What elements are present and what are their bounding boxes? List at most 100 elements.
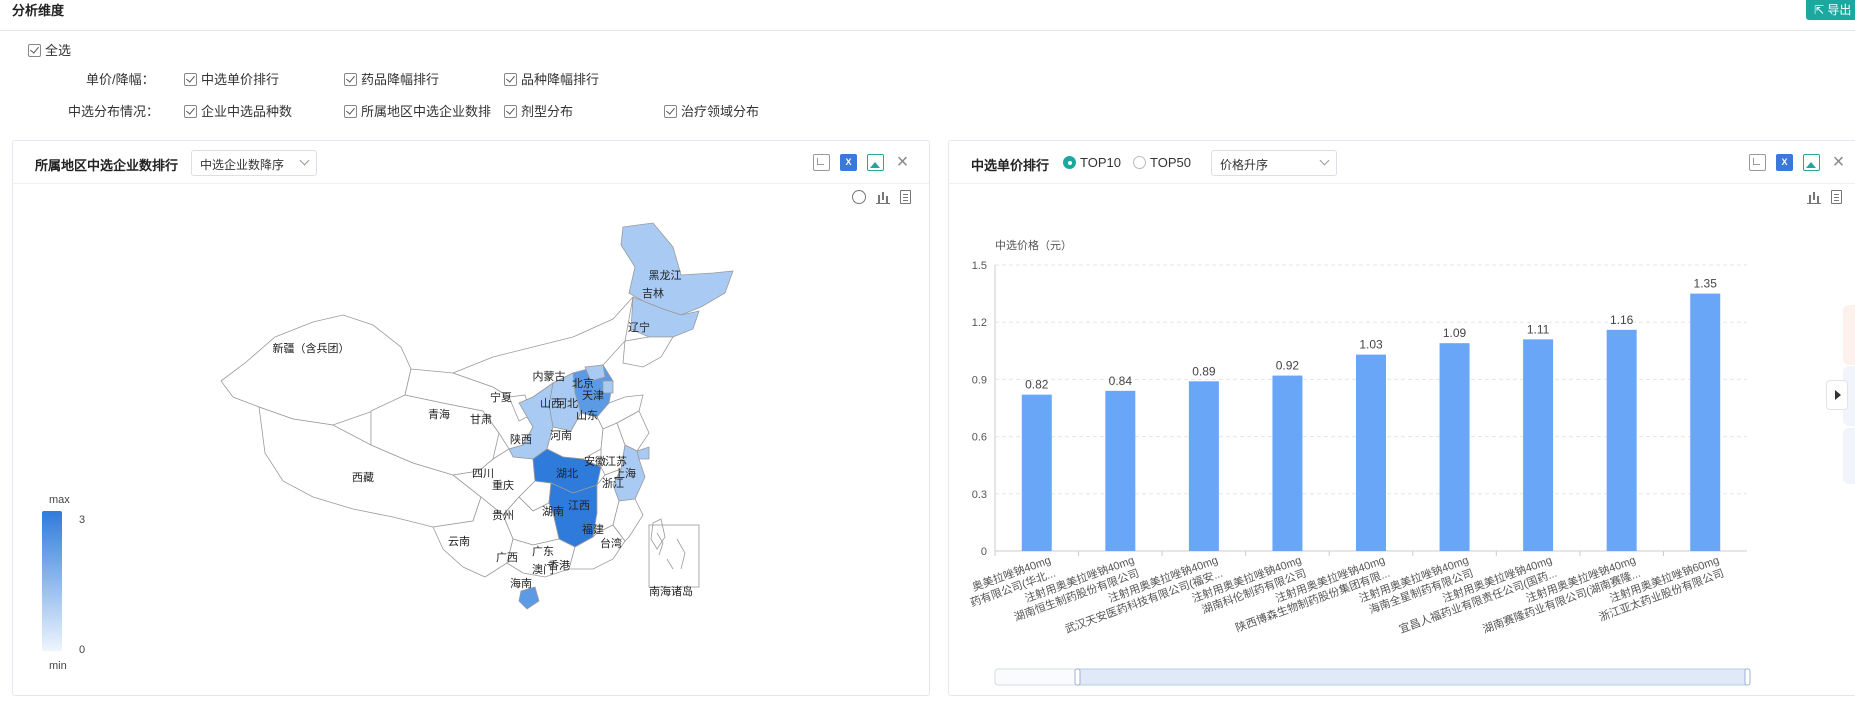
map-sort-select[interactable]: 中选企业数降序 bbox=[191, 150, 317, 176]
side-tab-bottom[interactable] bbox=[1843, 428, 1855, 484]
region-hainan[interactable] bbox=[518, 586, 540, 610]
label-shanxi: 山西 bbox=[540, 397, 562, 410]
radio-unchecked-icon bbox=[1133, 156, 1146, 169]
label-taiwan: 台湾 bbox=[600, 536, 622, 550]
map-panel: 所属地区中选企业数排行 中选企业数降序 X × 新疆（含兵团） 西藏 青海 甘肃… bbox=[12, 140, 930, 696]
map-panel-header: 所属地区中选企业数排行 中选企业数降序 X × bbox=[13, 141, 929, 184]
checkbox-icon bbox=[664, 105, 677, 118]
bar-8[interactable] bbox=[1690, 293, 1721, 551]
bar-7[interactable] bbox=[1606, 329, 1637, 551]
label-tianjin: 天津 bbox=[582, 389, 604, 402]
side-tab-top[interactable] bbox=[1843, 305, 1855, 365]
visual-map-legend: max 3 0 min bbox=[42, 494, 85, 672]
price-panel: 中选单价排行 TOP10 TOP50 价格升序 X × 中选价格（元） 0 0.3… bbox=[948, 140, 1855, 696]
y-tick-label: 1.2 bbox=[972, 317, 987, 329]
excel-export-icon[interactable]: X bbox=[1776, 154, 1793, 171]
china-map: 新疆（含兵团） 西藏 青海 甘肃 宁夏 内蒙古 黑龙江 吉林 辽宁 北京 天津 … bbox=[42, 222, 734, 672]
label-hainan: 海南 bbox=[510, 576, 532, 590]
y-tick-label: 1.5 bbox=[972, 260, 987, 272]
dist-filter-label: 中选分布情况： bbox=[68, 104, 160, 119]
select-all-checkbox[interactable]: 全选 bbox=[28, 40, 71, 59]
option-variety-drop-rank[interactable]: 品种降幅排行 bbox=[504, 69, 599, 88]
price-panel-header: 中选单价排行 TOP10 TOP50 价格升序 X × bbox=[949, 141, 1855, 184]
label-jilin: 吉林 bbox=[642, 286, 664, 300]
y-axis-label: 中选价格（元） bbox=[995, 238, 1072, 252]
region-tianjin[interactable] bbox=[602, 380, 614, 394]
close-icon[interactable]: × bbox=[894, 152, 911, 172]
map-panel-title: 所属地区中选企业数排行 bbox=[35, 158, 179, 173]
y-tick-label: 0.3 bbox=[972, 489, 987, 501]
checkbox-icon bbox=[184, 105, 197, 118]
legend-min-label: min bbox=[49, 660, 67, 672]
image-export-icon[interactable] bbox=[867, 154, 884, 171]
slider-right-handle[interactable] bbox=[1744, 668, 1751, 686]
label-fujian: 福建 bbox=[582, 522, 604, 536]
slider-window[interactable] bbox=[1078, 668, 1748, 686]
bar-value-label: 1.35 bbox=[1694, 277, 1718, 291]
label-xinjiang: 新疆（含兵团） bbox=[273, 341, 350, 355]
expand-arrow-button[interactable] bbox=[1826, 380, 1848, 410]
label-chongqing: 重庆 bbox=[492, 478, 514, 492]
checkbox-icon bbox=[344, 73, 357, 86]
bar-value-label: 1.11 bbox=[1527, 322, 1550, 336]
label-hubei: 湖北 bbox=[556, 467, 578, 480]
bar-3[interactable] bbox=[1272, 375, 1303, 551]
image-export-icon[interactable] bbox=[1803, 154, 1820, 171]
price-sort-select[interactable]: 价格升序 bbox=[1211, 150, 1337, 176]
label-liaoning: 辽宁 bbox=[628, 320, 650, 334]
checkbox-icon bbox=[504, 105, 517, 118]
y-tick-label: 0 bbox=[981, 546, 987, 558]
label-guangxi: 广西 bbox=[496, 551, 518, 564]
price-bar-chart: 中选价格（元） 0 0.3 0.6 0.9 1.2 1.5 0.82 0.84 0.89 0.9… bbox=[968, 238, 1751, 686]
page-title: 分析维度 bbox=[12, 3, 65, 18]
legend-min-value: 0 bbox=[79, 644, 85, 656]
label-yunnan: 云南 bbox=[448, 535, 470, 548]
legend-gradient-bar[interactable] bbox=[42, 511, 62, 651]
checkbox-icon bbox=[184, 73, 197, 86]
price-filter-label: 单价/降幅： bbox=[86, 72, 155, 87]
label-qinghai: 青海 bbox=[428, 407, 450, 421]
legend-max-value: 3 bbox=[79, 514, 85, 526]
legend-max-label: max bbox=[49, 494, 70, 506]
bar-6[interactable] bbox=[1523, 339, 1554, 551]
radio-top50[interactable]: TOP50 bbox=[1133, 155, 1191, 170]
maximize-icon[interactable] bbox=[813, 154, 830, 171]
label-hunan: 湖南 bbox=[542, 505, 564, 518]
label-shaanxi: 陕西 bbox=[510, 432, 532, 446]
option-drug-drop-rank[interactable]: 药品降幅排行 bbox=[344, 69, 439, 88]
excel-export-icon[interactable]: X bbox=[840, 154, 857, 171]
bar-value-label: 1.16 bbox=[1610, 313, 1634, 327]
label-zhejiang: 浙江 bbox=[602, 477, 624, 490]
bar-1[interactable] bbox=[1105, 390, 1136, 551]
label-neimenggu: 内蒙古 bbox=[533, 369, 566, 383]
bar-value-label: 0.92 bbox=[1276, 359, 1300, 373]
bar-5[interactable] bbox=[1439, 343, 1470, 551]
label-nanhai: 南海诸岛 bbox=[649, 584, 693, 598]
radio-top10[interactable]: TOP10 bbox=[1063, 155, 1121, 170]
export-button[interactable]: ⇱ 导出 bbox=[1806, 0, 1855, 20]
checkbox-icon bbox=[28, 44, 41, 57]
chevron-down-icon bbox=[1319, 155, 1330, 166]
label-ningxia: 宁夏 bbox=[490, 390, 512, 404]
bar-4[interactable] bbox=[1356, 354, 1386, 551]
bar-value-label: 1.09 bbox=[1443, 326, 1467, 340]
option-unit-price-rank[interactable]: 中选单价排行 bbox=[184, 69, 279, 88]
export-icon: ⇱ bbox=[1814, 3, 1828, 17]
label-henan: 河南 bbox=[550, 429, 572, 442]
label-sichuan: 四川 bbox=[472, 468, 494, 480]
close-icon[interactable]: × bbox=[1830, 152, 1847, 172]
label-guangdong: 广东 bbox=[532, 545, 554, 558]
label-jiangxi: 江西 bbox=[568, 499, 590, 512]
maximize-icon[interactable] bbox=[1749, 154, 1766, 171]
bar-0[interactable] bbox=[1021, 394, 1052, 551]
option-company-varieties[interactable]: 企业中选品种数 bbox=[184, 101, 292, 120]
chevron-down-icon bbox=[299, 155, 310, 166]
option-dosage-form[interactable]: 剂型分布 bbox=[504, 101, 573, 120]
data-zoom-slider[interactable] bbox=[994, 668, 1751, 686]
option-region-company-rank[interactable]: 所属地区中选企业数排 bbox=[344, 101, 506, 120]
region-liaoning[interactable] bbox=[622, 336, 674, 368]
bar-2[interactable] bbox=[1188, 381, 1219, 551]
label-shandong: 山东 bbox=[576, 409, 598, 422]
slider-left-handle[interactable] bbox=[1074, 668, 1081, 686]
option-therapy-area[interactable]: 治疗领域分布 bbox=[664, 101, 759, 120]
